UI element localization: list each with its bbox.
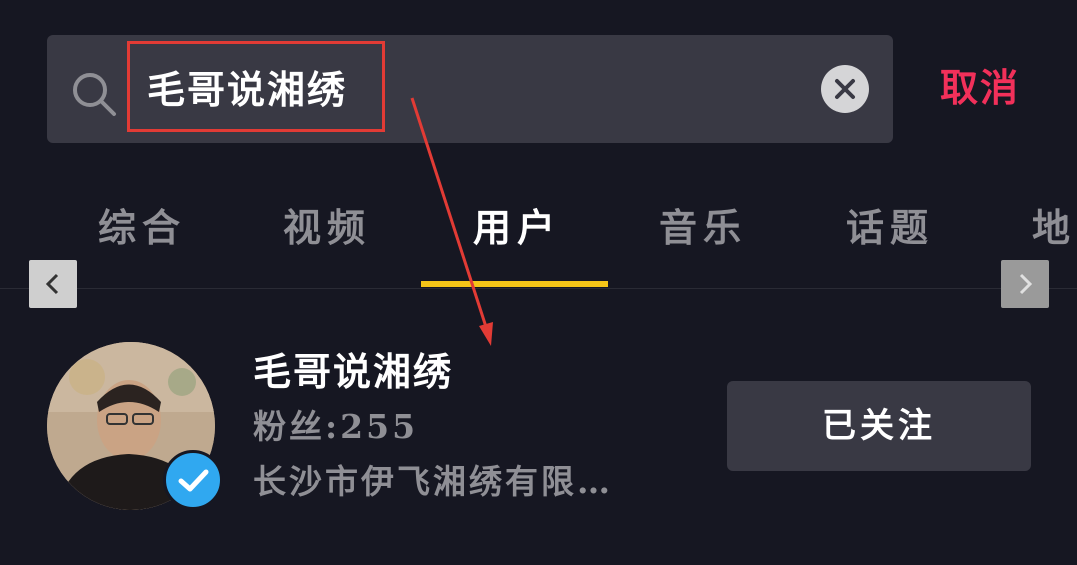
follow-button[interactable]: 已关注 [727, 381, 1031, 471]
clear-search-button[interactable] [821, 65, 869, 113]
close-icon [835, 79, 855, 99]
tab-bar: 综合 视频 用户 音乐 话题 地 [0, 195, 1077, 261]
tab-video[interactable]: 视频 [283, 195, 371, 261]
user-description: 长沙市伊飞湘绣有限… [253, 462, 613, 501]
search-icon [70, 70, 118, 118]
chevron-right-icon [1019, 273, 1033, 295]
annotation-highlight-box [127, 41, 385, 132]
active-tab-indicator [421, 281, 608, 287]
chevron-left-icon [45, 273, 59, 295]
cancel-button[interactable]: 取消 [940, 64, 1020, 112]
tab-music[interactable]: 音乐 [659, 195, 747, 261]
tab-places[interactable]: 地 [1032, 195, 1076, 261]
scroll-left-button[interactable] [29, 260, 77, 308]
tab-topics[interactable]: 话题 [846, 195, 934, 261]
scroll-right-button[interactable] [1001, 260, 1049, 308]
tab-users[interactable]: 用户 [473, 195, 561, 261]
tab-comprehensive[interactable]: 综合 [98, 195, 186, 261]
verified-check-icon [163, 450, 223, 510]
divider [0, 288, 1077, 289]
user-name[interactable]: 毛哥说湘绣 [253, 348, 453, 396]
fans-count: 粉丝:255 [253, 407, 419, 446]
